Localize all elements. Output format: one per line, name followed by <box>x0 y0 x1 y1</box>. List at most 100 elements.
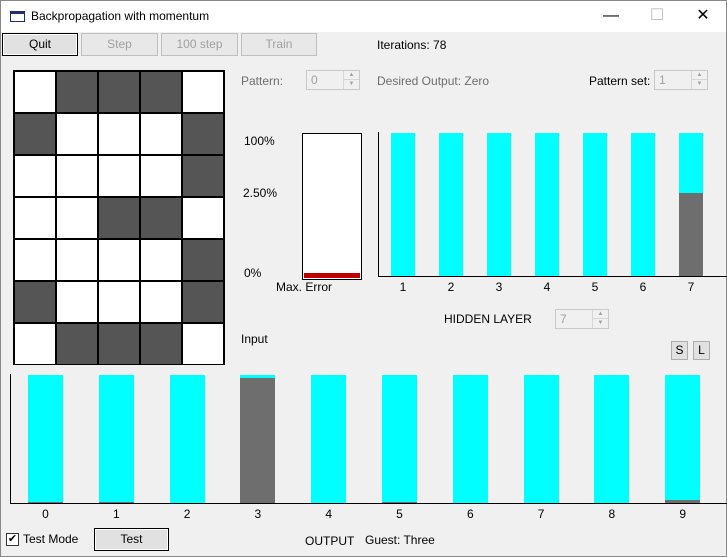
hidden-bar-1 <box>391 133 415 276</box>
input-pixel[interactable] <box>182 113 224 155</box>
max-error-caption: Max. Error <box>276 280 333 294</box>
hidden-tick-label: 2 <box>447 280 455 294</box>
window-icon <box>10 11 25 22</box>
pattern-set-spinner: 1 ▲ ▼ <box>654 70 708 90</box>
output-tick-label: 7 <box>537 507 545 521</box>
input-label: Input <box>241 332 268 346</box>
output-tick-label: 1 <box>112 507 120 521</box>
step-button: Step <box>81 33 158 56</box>
output-bar-6 <box>452 375 488 503</box>
input-pixel[interactable] <box>140 197 182 239</box>
window-title: Backpropagation with momentum <box>31 9 210 23</box>
pattern-value: 0 <box>311 73 318 87</box>
input-pixel[interactable] <box>56 71 98 113</box>
output-bar-8 <box>594 375 630 503</box>
error-scale-mid: 2.50% <box>243 186 278 200</box>
hidden-tick-label: 4 <box>543 280 551 294</box>
hidden-tick-label: 1 <box>399 280 407 294</box>
input-pixel[interactable] <box>98 155 140 197</box>
output-bar-4 <box>311 375 347 503</box>
input-pixel[interactable] <box>140 239 182 281</box>
input-pixel[interactable] <box>98 197 140 239</box>
pattern-set-label: Pattern set: <box>589 74 651 88</box>
input-pixel[interactable] <box>14 281 56 323</box>
input-pixel[interactable] <box>14 239 56 281</box>
hidden-layer-spinner: 7 ▲ ▼ <box>555 309 609 329</box>
output-tick-label: 3 <box>254 507 262 521</box>
input-pixel[interactable] <box>98 323 140 365</box>
input-pixel[interactable] <box>98 281 140 323</box>
output-tick-label: 0 <box>42 507 49 521</box>
output-tick-label: 4 <box>325 507 333 521</box>
input-pixel[interactable] <box>56 197 98 239</box>
output-bar-9 <box>665 375 701 503</box>
spin-down-icon: ▼ <box>597 320 604 326</box>
input-pixel[interactable] <box>140 323 182 365</box>
hidden-bar-3 <box>487 133 511 276</box>
output-tick-label: 8 <box>608 507 616 521</box>
load-l-button[interactable]: L <box>693 341 710 360</box>
input-pixel[interactable] <box>140 113 182 155</box>
input-pixel-grid[interactable] <box>13 70 225 365</box>
spin-up-icon: ▲ <box>692 71 707 80</box>
input-pixel[interactable] <box>56 239 98 281</box>
input-pixel[interactable] <box>182 197 224 239</box>
spin-down-icon: ▼ <box>696 81 703 87</box>
input-pixel[interactable] <box>140 281 182 323</box>
step-100-button: 100 step <box>161 33 238 56</box>
train-button: Train <box>241 33 317 56</box>
spin-down-icon: ▼ <box>348 81 355 87</box>
input-pixel[interactable] <box>98 71 140 113</box>
hidden-tick-label: 5 <box>591 280 599 294</box>
title-bar[interactable]: Backpropagation with momentum — ☐ ✕ <box>1 1 726 32</box>
input-pixel[interactable] <box>56 323 98 365</box>
error-scale-100: 100% <box>244 134 275 148</box>
input-pixel[interactable] <box>98 239 140 281</box>
output-bar-level <box>240 378 276 503</box>
max-error-meter <box>302 133 362 280</box>
input-pixel[interactable] <box>14 197 56 239</box>
input-pixel[interactable] <box>14 155 56 197</box>
pattern-set-value: 1 <box>659 73 666 87</box>
hidden-tick-label: 7 <box>687 280 695 294</box>
output-bar-5 <box>382 375 417 503</box>
output-bar-3 <box>240 375 276 503</box>
input-pixel[interactable] <box>14 113 56 155</box>
desired-output-label: Desired Output: Zero <box>377 74 490 88</box>
output-bar-7 <box>523 375 559 503</box>
close-button[interactable]: ✕ <box>680 1 726 32</box>
max-error-fill <box>304 273 360 278</box>
hidden-bar-4 <box>535 133 559 276</box>
input-pixel[interactable] <box>182 239 224 281</box>
output-bar-level <box>665 500 701 503</box>
input-pixel[interactable] <box>56 281 98 323</box>
input-pixel[interactable] <box>56 155 98 197</box>
quit-button[interactable]: Quit <box>2 33 78 56</box>
input-pixel[interactable] <box>182 281 224 323</box>
output-bar-level <box>98 502 134 503</box>
minimize-button[interactable]: — <box>588 1 634 32</box>
output-tick-label: 5 <box>396 507 403 521</box>
input-pixel[interactable] <box>182 155 224 197</box>
output-bar-0 <box>28 375 63 503</box>
input-pixel[interactable] <box>14 71 56 113</box>
input-pixel[interactable] <box>98 113 140 155</box>
input-pixel[interactable] <box>56 113 98 155</box>
input-pixel[interactable] <box>14 323 56 365</box>
save-s-button[interactable]: S <box>671 341 688 360</box>
test-mode-checkbox[interactable]: ✔ <box>6 533 19 546</box>
pattern-spinner: 0 ▲ ▼ <box>306 70 360 90</box>
test-button[interactable]: Test <box>94 528 169 551</box>
iterations-counter: Iterations: 78 <box>377 38 447 52</box>
input-pixel[interactable] <box>140 71 182 113</box>
hidden-chart-axis-y <box>378 132 379 277</box>
hidden-chart-axis-x <box>378 276 727 277</box>
output-tick-label: 2 <box>183 507 191 521</box>
hidden-bar-2 <box>439 133 463 276</box>
input-pixel[interactable] <box>182 71 224 113</box>
hidden-layer-label: HIDDEN LAYER <box>444 312 532 326</box>
pattern-label: Pattern: <box>241 74 284 88</box>
input-pixel[interactable] <box>182 323 224 365</box>
guest-result: Guest: Three <box>365 533 435 547</box>
input-pixel[interactable] <box>140 155 182 197</box>
